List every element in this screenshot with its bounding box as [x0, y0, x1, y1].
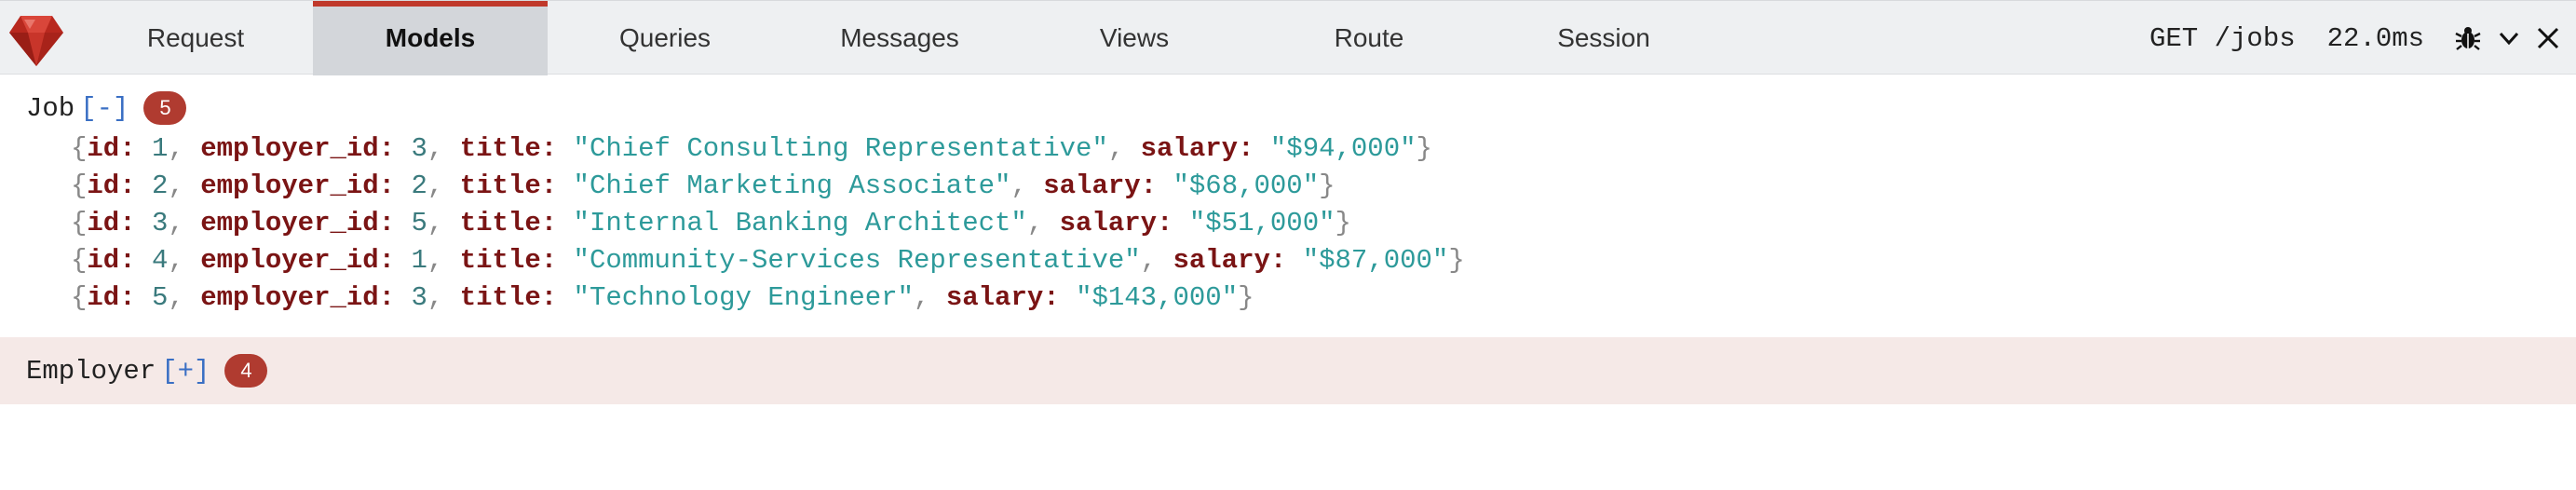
model-name: Employer: [26, 355, 156, 387]
record-row: {id: 5, employer_id: 3, title: "Technolo…: [71, 282, 1254, 313]
record-row: {id: 1, employer_id: 3, title: "Chief Co…: [71, 133, 1432, 164]
tab-request[interactable]: Request: [78, 1, 313, 75]
record-count-badge: 4: [224, 354, 268, 388]
request-summary: GET /jobs 22.0ms: [2149, 1, 2424, 75]
expand-toggle[interactable]: [+]: [161, 356, 210, 387]
chevron-down-icon[interactable]: [2492, 21, 2526, 55]
request-method-path: GET /jobs: [2149, 22, 2296, 54]
debug-toolbar: Request Models Queries Messages Views Ro…: [0, 0, 2576, 75]
ruby-gem-icon[interactable]: [7, 12, 65, 68]
bug-icon[interactable]: [2451, 21, 2485, 55]
close-icon[interactable]: [2531, 21, 2565, 55]
request-duration: 22.0ms: [2326, 22, 2425, 54]
record-row: {id: 4, employer_id: 1, title: "Communit…: [71, 245, 1465, 276]
model-header-employer: Employer [+] 4: [0, 337, 2576, 404]
tab-messages[interactable]: Messages: [782, 1, 1017, 75]
record-row: {id: 2, employer_id: 2, title: "Chief Ma…: [71, 170, 1335, 201]
record-row: {id: 3, employer_id: 5, title: "Internal…: [71, 208, 1351, 238]
tab-session[interactable]: Session: [1486, 1, 1721, 75]
tab-models[interactable]: Models: [313, 1, 548, 75]
tab-views[interactable]: Views: [1017, 1, 1252, 75]
record-count-badge: 5: [143, 91, 187, 125]
collapse-toggle[interactable]: [-]: [80, 93, 129, 124]
job-records: {id: 1, employer_id: 3, title: "Chief Co…: [71, 130, 1465, 317]
model-name: Job: [26, 92, 75, 124]
tab-queries[interactable]: Queries: [548, 1, 782, 75]
tab-route[interactable]: Route: [1252, 1, 1486, 75]
